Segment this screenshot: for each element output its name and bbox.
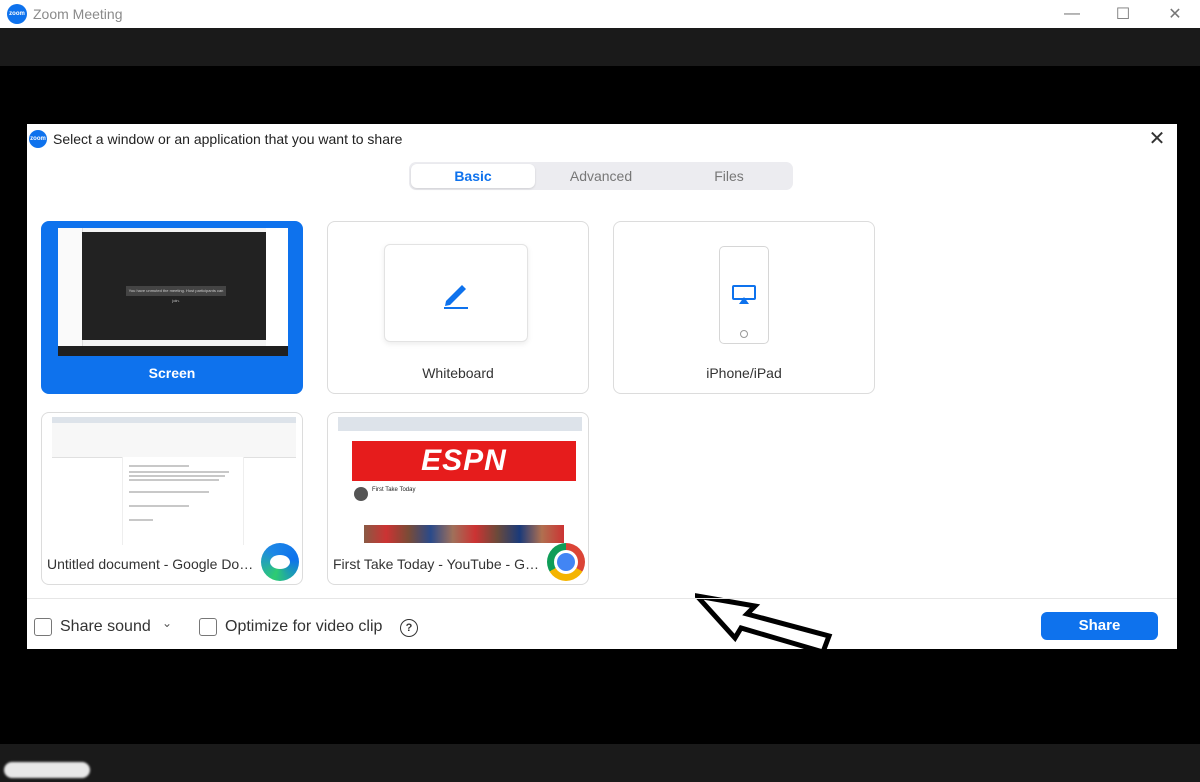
share-tile-screen[interactable]: You have unmuted the meeting. Host parti… xyxy=(41,221,303,394)
share-tile-iphone[interactable]: iPhone/iPad xyxy=(613,221,875,394)
doc-preview-page xyxy=(122,457,244,545)
chrome-icon xyxy=(547,543,585,581)
share-tile-youtube[interactable]: ESPN First Take Today First Take Today -… xyxy=(327,412,589,585)
close-icon[interactable]: ✕ xyxy=(1147,128,1167,150)
channel-avatar xyxy=(354,487,368,501)
preview-message: You have unmuted the meeting. Host parti… xyxy=(126,286,226,303)
video-thumbnails xyxy=(364,525,564,543)
tile-label-iphone: iPhone/iPad xyxy=(706,365,782,381)
screen-preview: You have unmuted the meeting. Host parti… xyxy=(58,228,288,356)
preview-taskbar xyxy=(58,346,288,356)
window-title: Zoom Meeting xyxy=(33,6,123,22)
share-button[interactable]: Share xyxy=(1041,612,1158,640)
share-tile-whiteboard[interactable]: Whiteboard xyxy=(327,221,589,394)
tab-advanced[interactable]: Advanced xyxy=(539,164,663,188)
doc-preview-toolbar xyxy=(52,423,296,458)
chevron-down-icon[interactable]: ⌄ xyxy=(162,616,172,630)
maximize-button[interactable]: ☐ xyxy=(1098,0,1148,28)
phone-icon xyxy=(719,246,769,344)
blurred-participant-name xyxy=(4,762,90,778)
meeting-bottom-bar xyxy=(0,744,1200,782)
share-sound-checkbox[interactable] xyxy=(34,618,52,636)
share-tabs: Basic Advanced Files xyxy=(409,162,793,190)
zoom-logo-icon: zoom xyxy=(29,130,47,148)
meeting-top-bar xyxy=(0,28,1200,66)
window-titlebar: zoom Zoom Meeting — ☐ ✕ xyxy=(0,0,1200,28)
espn-banner: ESPN xyxy=(352,441,576,481)
channel-name: First Take Today xyxy=(372,487,416,493)
share-dialog: zoom Select a window or an application t… xyxy=(27,124,1177,656)
preview-right-panel xyxy=(266,228,288,346)
tab-files[interactable]: Files xyxy=(667,164,791,188)
youtube-preview: ESPN First Take Today xyxy=(338,417,582,545)
yt-preview-tabs xyxy=(338,417,582,431)
dialog-header: zoom Select a window or an application t… xyxy=(27,124,1177,154)
footer-divider xyxy=(27,598,1177,599)
optimize-video-checkbox[interactable] xyxy=(199,618,217,636)
preview-video: You have unmuted the meeting. Host parti… xyxy=(82,232,266,340)
help-icon[interactable]: ? xyxy=(400,619,418,637)
tile-label-screen: Screen xyxy=(148,365,196,381)
preview-sidebar xyxy=(58,228,83,346)
whiteboard-card xyxy=(384,244,528,342)
minimize-button[interactable]: — xyxy=(1047,0,1097,28)
share-sound-label: Share sound xyxy=(60,618,151,635)
edge-icon xyxy=(261,543,299,581)
home-button-icon xyxy=(740,330,748,338)
tile-label-youtube: First Take Today - YouTube - Goo... xyxy=(333,556,543,572)
tile-label-google-doc: Untitled document - Google Doc... xyxy=(47,556,257,572)
tile-label-whiteboard: Whiteboard xyxy=(422,365,494,381)
dialog-title: Select a window or an application that y… xyxy=(53,131,403,147)
airplay-icon xyxy=(732,285,756,304)
share-tile-google-doc[interactable]: Untitled document - Google Doc... xyxy=(41,412,303,585)
close-window-button[interactable]: ✕ xyxy=(1150,0,1200,28)
annotation-arrow-icon xyxy=(695,593,833,656)
doc-preview xyxy=(52,417,296,545)
pen-icon xyxy=(444,285,468,309)
tab-basic[interactable]: Basic xyxy=(411,164,535,188)
zoom-logo-icon: zoom xyxy=(7,4,27,24)
optimize-video-label: Optimize for video clip xyxy=(225,618,383,635)
